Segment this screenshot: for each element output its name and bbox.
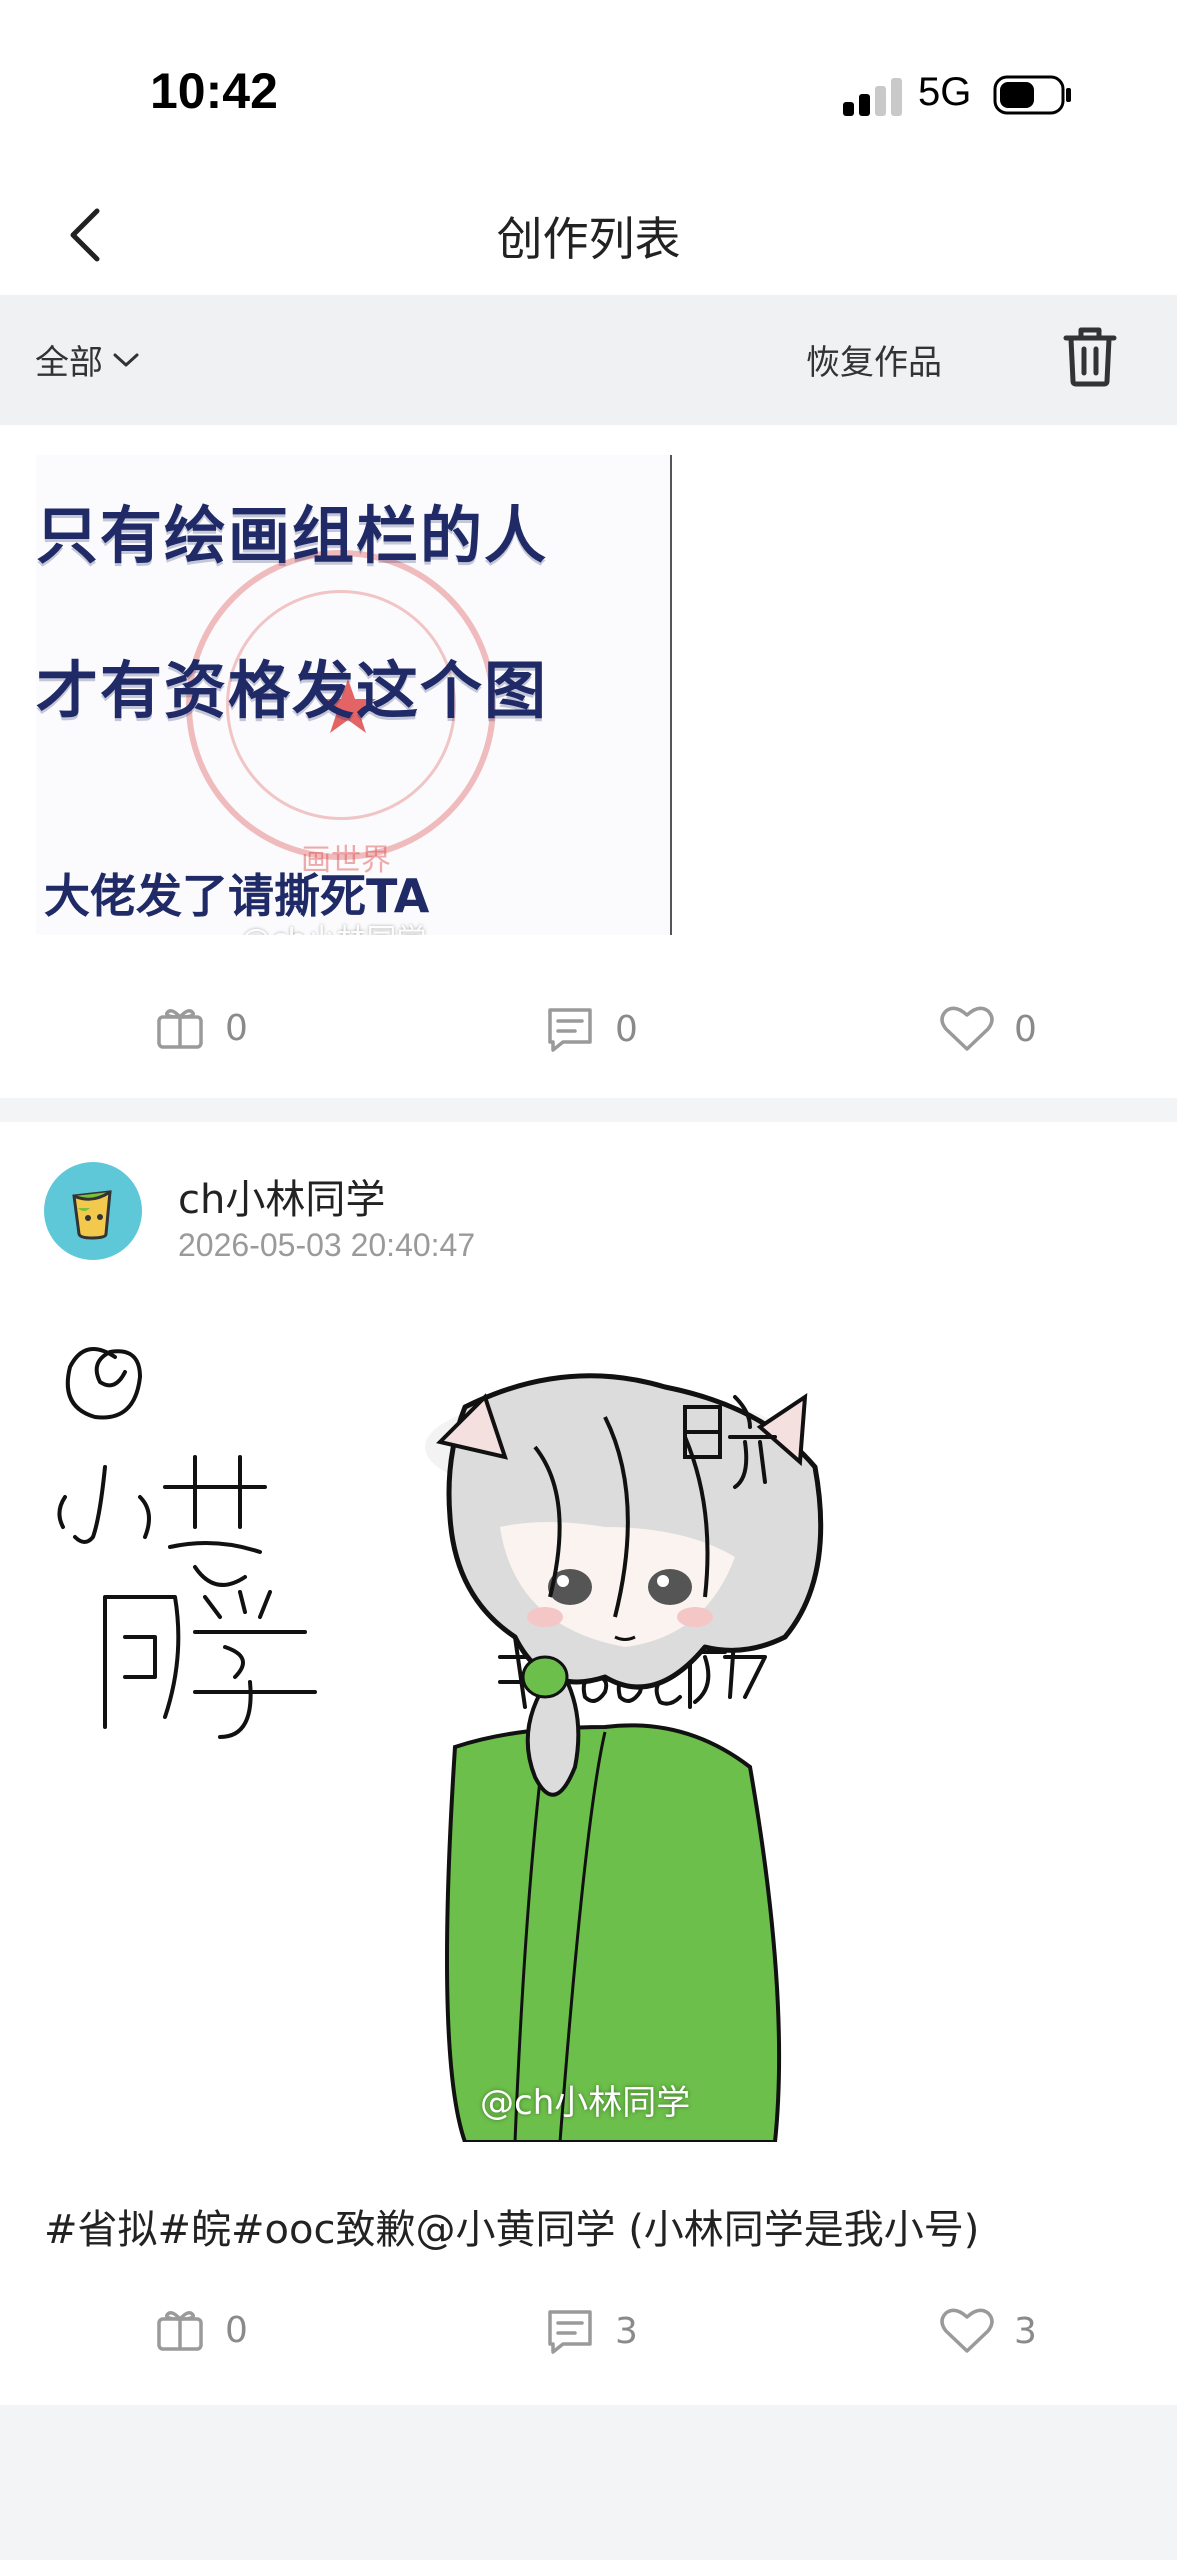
- network-type: 5G: [918, 70, 972, 114]
- character-figure: [425, 1373, 824, 2144]
- comment-count: 0: [615, 1008, 638, 1050]
- signal-icon: [843, 76, 903, 116]
- filter-label: 全部: [35, 343, 103, 383]
- gift-count: 0: [225, 2309, 248, 2351]
- action-bar: 0 3 3: [0, 2307, 1177, 2387]
- post-image[interactable]: 只有绘画组栏的人 才有资格发这个图 画世界 大佬发了请撕死TA @ch小林同学: [36, 455, 672, 935]
- post-card[interactable]: ch小林同学 2026-05-03 20:40:47 @ch小林同学 #省拟#皖…: [0, 1122, 1177, 2405]
- page-title: 创作列表: [496, 212, 681, 266]
- like-count: 0: [1014, 1008, 1037, 1050]
- heart-icon: [940, 1006, 994, 1051]
- action-bar: 0 0 0: [0, 995, 1177, 1075]
- post-caption: #省拟#皖#ooc致歉@小黄同学 (小林同学是我小号): [44, 2207, 980, 2253]
- filter-dropdown[interactable]: 全部: [35, 335, 141, 384]
- gift-button[interactable]: 0: [155, 1005, 248, 1051]
- comment-button[interactable]: 3: [545, 2307, 638, 2355]
- gift-button[interactable]: 0: [155, 2307, 248, 2353]
- post-image[interactable]: @ch小林同学: [45, 1297, 1155, 2144]
- gift-icon: [157, 2311, 203, 2351]
- like-button[interactable]: 0: [940, 1005, 1037, 1053]
- post-date: 2026-05-03 20:40:47: [178, 1227, 476, 1263]
- gift-count: 0: [225, 1007, 248, 1049]
- like-button[interactable]: 3: [940, 2307, 1037, 2355]
- title-bar: 创作列表: [0, 175, 1177, 295]
- image-watermark: @ch小林同学: [241, 915, 427, 935]
- meme-line: 只有绘画组栏的人: [36, 499, 549, 572]
- comment-icon: [548, 2310, 592, 2354]
- chevron-down-icon: [113, 353, 139, 366]
- avatar[interactable]: [44, 1162, 142, 1260]
- post-card[interactable]: 只有绘画组栏的人 才有资格发这个图 画世界 大佬发了请撕死TA @ch小林同学 …: [0, 425, 1177, 1098]
- image-watermark: @ch小林同学: [480, 2083, 691, 2123]
- heart-icon: [940, 2308, 994, 2353]
- comment-icon: [548, 1008, 592, 1052]
- image-divider: [670, 455, 672, 935]
- meme-line: 才有资格发这个图: [36, 654, 549, 727]
- gift-icon: [157, 1009, 203, 1049]
- like-count: 3: [1014, 2310, 1037, 2352]
- trash-icon[interactable]: [1062, 325, 1118, 387]
- creation-list-page: 10:42 5G 创作列表 全部 恢复作品 只有绘画组栏的人 才有资格发这个图 …: [0, 0, 1177, 2560]
- filter-bar: 全部 恢复作品: [0, 295, 1177, 425]
- battery-icon: [993, 75, 1071, 115]
- comment-count: 3: [615, 2310, 638, 2352]
- status-time: 10:42: [150, 63, 278, 119]
- character-drawing: [57, 1347, 824, 2144]
- paint-bucket-icon: [72, 1190, 112, 1240]
- author-name[interactable]: ch小林同学: [178, 1167, 385, 1225]
- comment-button[interactable]: 0: [545, 1005, 638, 1053]
- restore-works-button[interactable]: 恢复作品: [806, 335, 942, 384]
- status-bar: 10:42 5G: [0, 0, 1177, 175]
